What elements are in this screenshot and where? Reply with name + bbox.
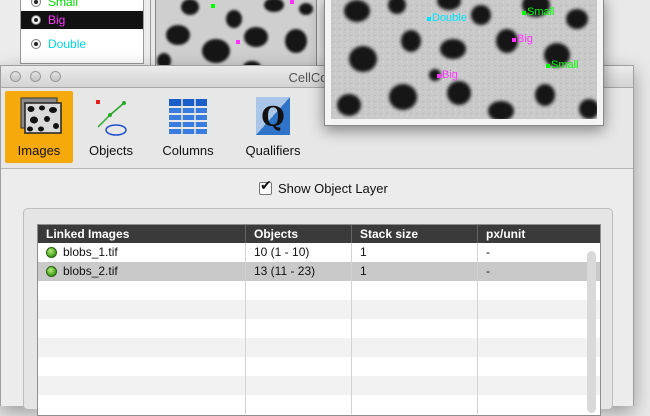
image-name: blobs_2.tif: [63, 264, 118, 278]
object-item-small[interactable]: Small: [21, 0, 143, 11]
status-ok-icon: [46, 266, 57, 277]
objects-cell: 13 (11 - 23): [246, 262, 352, 281]
vertical-scrollbar[interactable]: [587, 251, 596, 413]
object-item-label: Big: [48, 13, 66, 27]
marker-label: Small: [527, 6, 555, 18]
image-window-left[interactable]: [155, 0, 317, 72]
column-header-linked-images[interactable]: Linked Images: [38, 225, 246, 243]
table-row[interactable]: blobs_2.tif 13 (11 - 23) 1 -: [38, 262, 600, 281]
object-list: Small Big Double: [20, 0, 144, 64]
empty-row: [38, 338, 600, 357]
columns-icon: [165, 95, 211, 139]
show-object-layer-checkbox[interactable]: ✔: [259, 178, 272, 195]
empty-row: [38, 395, 600, 414]
status-ok-icon: [46, 247, 57, 258]
object-list-window: Small Big Double: [0, 0, 151, 70]
marker-dot[interactable]: [522, 11, 526, 15]
object-item-double[interactable]: Double: [21, 35, 143, 53]
checkmark-icon: ✔: [260, 178, 272, 194]
object-item-big[interactable]: Big: [21, 11, 143, 29]
table-row[interactable]: blobs_1.tif 10 (1 - 10) 1 -: [38, 243, 600, 262]
image-window-right[interactable]: Double Small Big Small Big: [324, 0, 604, 126]
tab-images[interactable]: Images: [5, 91, 73, 163]
image-name: blobs_1.tif: [63, 245, 118, 259]
column-header-objects[interactable]: Objects: [246, 225, 352, 243]
tab-columns[interactable]: Columns: [151, 91, 225, 163]
column-header-px-unit[interactable]: px/unit: [478, 225, 600, 243]
px-unit-cell: -: [486, 264, 490, 278]
marker-dot[interactable]: [512, 38, 516, 42]
marker-label: Big: [517, 33, 533, 45]
show-object-layer-control[interactable]: ✔ Show Object Layer: [259, 178, 388, 196]
tab-qualifiers-label: Qualifiers: [245, 143, 301, 158]
tab-images-label: Images: [17, 143, 61, 158]
radio-icon[interactable]: [31, 0, 41, 7]
stack-size-cell: 1: [352, 243, 478, 262]
empty-row: [38, 300, 600, 319]
marker-dot[interactable]: [546, 64, 550, 68]
tab-objects[interactable]: Objects: [81, 91, 141, 163]
linked-images-table[interactable]: Linked Images Objects Stack size px/unit…: [37, 224, 601, 416]
marker-label: Small: [551, 59, 579, 71]
column-header-stack-size[interactable]: Stack size: [352, 225, 478, 243]
radio-icon[interactable]: [31, 15, 41, 25]
stack-size-cell: 1: [352, 262, 478, 281]
objects-cell: 10 (1 - 10): [246, 243, 352, 262]
show-object-layer-label: Show Object Layer: [278, 181, 388, 196]
marker-label: Big: [442, 69, 458, 81]
tab-objects-label: Objects: [88, 143, 134, 158]
empty-row: [38, 357, 600, 376]
tab-qualifiers[interactable]: Q Qualifiers: [235, 91, 311, 163]
marker-label: Double: [432, 12, 467, 24]
tab-columns-label: Columns: [162, 143, 214, 158]
blobs-image-left[interactable]: [156, 0, 316, 71]
radio-icon[interactable]: [31, 39, 41, 49]
empty-row: [38, 319, 600, 338]
marker-dot[interactable]: [437, 74, 441, 78]
empty-row: [38, 376, 600, 395]
table-header: Linked Images Objects Stack size px/unit: [38, 225, 600, 243]
objects-icon: [88, 95, 134, 139]
qualifier-glyph: Q: [261, 102, 285, 133]
qualifiers-icon: Q: [250, 95, 296, 139]
images-icon: [16, 95, 62, 139]
object-item-label: Small: [48, 0, 79, 9]
marker-dot[interactable]: [427, 17, 431, 21]
empty-row: [38, 281, 600, 300]
px-unit-cell: -: [486, 245, 490, 259]
image-name-cell: blobs_1.tif: [38, 243, 246, 262]
object-item-label: Double: [48, 37, 87, 51]
image-name-cell: blobs_2.tif: [38, 262, 246, 281]
